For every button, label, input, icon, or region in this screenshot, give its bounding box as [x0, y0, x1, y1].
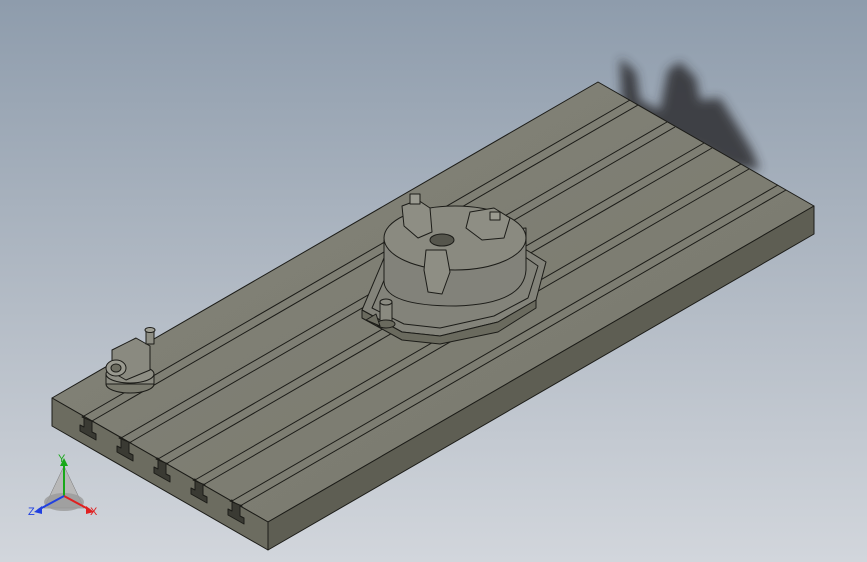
graphics-viewport[interactable]: Y X Z [0, 0, 867, 562]
triad-label-y: Y [58, 453, 66, 465]
model-scene[interactable]: Y X Z [0, 0, 867, 562]
view-triad[interactable]: Y X Z [28, 453, 98, 518]
indexing-fixture[interactable] [105, 327, 156, 394]
triad-label-x: X [90, 506, 98, 518]
triad-label-z: Z [28, 506, 35, 518]
chuck-bore [429, 233, 455, 247]
